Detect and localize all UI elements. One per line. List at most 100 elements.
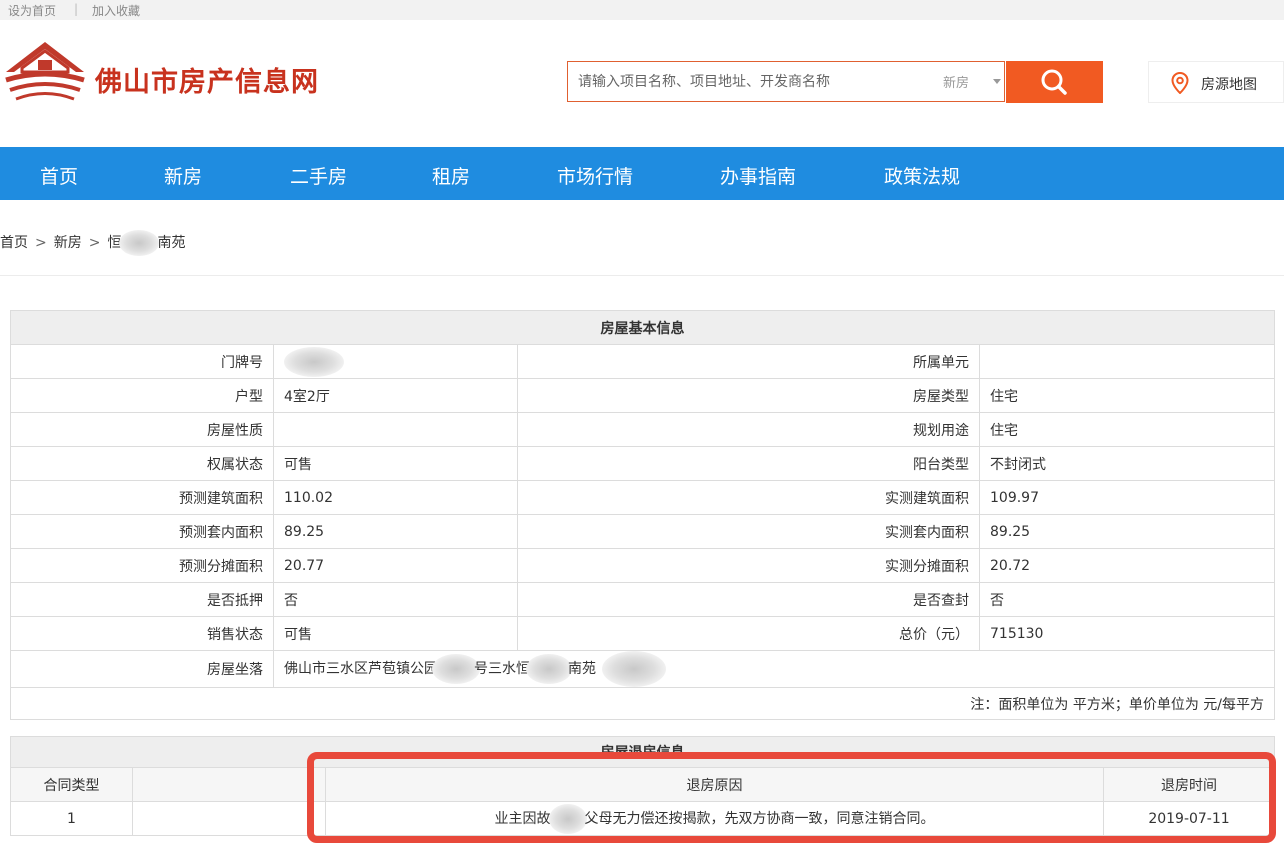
search-button[interactable] xyxy=(1006,61,1103,103)
field-value: 89.25 xyxy=(979,514,1275,549)
breadcrumb-project-suffix: 南苑 xyxy=(157,235,186,251)
column-header-reason: 退房原因 xyxy=(325,767,1104,802)
field-value: 不封闭式 xyxy=(979,446,1275,481)
field-label: 门牌号 xyxy=(10,344,274,379)
search-bar: 新房 xyxy=(567,61,1005,102)
redaction-blur xyxy=(526,654,572,684)
unit-note: 注：面积单位为 平方米；单价单位为 元/每平方 xyxy=(10,687,1275,720)
basic-info-table: 房屋基本信息 门牌号 所属单元 户型 4室2厅 房屋类型 住宅 房屋性质 规划用… xyxy=(10,310,1275,720)
field-label: 户型 xyxy=(10,378,274,413)
site-title: 佛山市房产信息网 xyxy=(95,67,319,98)
nav-item-policy[interactable]: 政策法规 xyxy=(884,162,960,189)
breadcrumb: 首页 > 新房 > 恒南苑 xyxy=(0,230,185,256)
field-label: 预测建筑面积 xyxy=(10,480,274,515)
nav-item-home[interactable]: 首页 xyxy=(40,162,78,189)
table-row: 1 业主因故 父母无力偿还按揭款，先双方协商一致，同意注销合同。 2019-07-… xyxy=(10,801,1275,836)
search-type-select[interactable]: 新房 xyxy=(943,72,969,91)
return-info-title: 房屋退房信息 xyxy=(10,736,1275,768)
nav-item-second-hand[interactable]: 二手房 xyxy=(290,162,347,189)
field-value: 住宅 xyxy=(979,412,1275,447)
field-value: 715130 xyxy=(979,616,1275,651)
contract-type-cell: 1 xyxy=(10,801,133,836)
basic-info-title: 房屋基本信息 xyxy=(10,310,1275,345)
field-label: 阳台类型 xyxy=(517,446,980,481)
nav-item-market[interactable]: 市场行情 xyxy=(557,162,633,189)
table-row: 预测分摊面积 20.77 实测分摊面积 20.72 xyxy=(10,548,1275,583)
field-value: 20.77 xyxy=(273,548,518,583)
divider xyxy=(0,275,1284,276)
field-label: 房屋坐落 xyxy=(10,650,274,688)
field-value xyxy=(979,344,1275,379)
table-row: 预测套内面积 89.25 实测套内面积 89.25 xyxy=(10,514,1275,549)
property-map-label: 房源地图 xyxy=(1201,77,1257,93)
redaction-blur xyxy=(432,654,480,684)
property-map-link[interactable]: 房源地图 xyxy=(1148,61,1284,103)
table-row: 户型 4室2厅 房屋类型 住宅 xyxy=(10,378,1275,413)
field-value: 否 xyxy=(273,582,518,617)
blank-cell xyxy=(132,801,326,836)
table-row: 门牌号 所属单元 xyxy=(10,344,1275,379)
field-label: 预测套内面积 xyxy=(10,514,274,549)
field-label: 预测分摊面积 xyxy=(10,548,274,583)
return-info-table: 房屋退房信息 合同类型 退房原因 退房时间 1 业主因故 父母无力偿还按揭款，先双… xyxy=(10,736,1275,836)
field-value: 110.02 xyxy=(273,480,518,515)
column-header-contract-type: 合同类型 xyxy=(10,767,133,802)
search-icon xyxy=(1041,69,1067,95)
field-value xyxy=(273,412,518,447)
table-row: 销售状态 可售 总价（元） 715130 xyxy=(10,616,1275,651)
field-value: 住宅 xyxy=(979,378,1275,413)
field-label: 实测建筑面积 xyxy=(517,480,980,515)
redaction-blur xyxy=(119,230,160,256)
field-label: 实测套内面积 xyxy=(517,514,980,549)
field-value xyxy=(273,344,518,379)
table-row: 是否抵押 否 是否查封 否 xyxy=(10,582,1275,617)
field-label: 是否查封 xyxy=(517,582,980,617)
column-header-date: 退房时间 xyxy=(1103,767,1275,802)
field-label: 实测分摊面积 xyxy=(517,548,980,583)
field-label: 总价（元） xyxy=(517,616,980,651)
field-label: 房屋性质 xyxy=(10,412,274,447)
field-label: 规划用途 xyxy=(517,412,980,447)
breadcrumb-home[interactable]: 首页 xyxy=(0,235,28,251)
nav-item-rental[interactable]: 租房 xyxy=(432,162,470,189)
chevron-down-icon[interactable] xyxy=(993,79,1001,84)
date-cell: 2019-07-11 xyxy=(1103,801,1275,836)
main-nav: 首页 新房 二手房 租房 市场行情 办事指南 政策法规 xyxy=(0,147,1284,200)
field-value: 否 xyxy=(979,582,1275,617)
field-label: 是否抵押 xyxy=(10,582,274,617)
field-value: 可售 xyxy=(273,616,518,651)
reason-cell: 业主因故 父母无力偿还按揭款，先双方协商一致，同意注销合同。 xyxy=(325,801,1104,836)
topbar-divider: | xyxy=(74,2,79,16)
field-label: 权属状态 xyxy=(10,446,274,481)
search-input[interactable] xyxy=(578,62,918,101)
address-value: 佛山市三水区芦苞镇公园 号三水恒 南苑 xyxy=(273,650,1275,688)
table-row: 预测建筑面积 110.02 实测建筑面积 109.97 xyxy=(10,480,1275,515)
table-row: 房屋坐落 佛山市三水区芦苞镇公园 号三水恒 南苑 xyxy=(10,650,1275,688)
nav-item-new-homes[interactable]: 新房 xyxy=(164,162,202,189)
field-label: 销售状态 xyxy=(10,616,274,651)
redaction-blur xyxy=(548,803,587,834)
breadcrumb-separator: > xyxy=(88,235,101,251)
breadcrumb-new-homes[interactable]: 新房 xyxy=(54,235,82,251)
add-bookmark-link[interactable]: 加入收藏 xyxy=(92,2,140,19)
field-value: 4室2厅 xyxy=(273,378,518,413)
top-utility-bar: 设为首页 | 加入收藏 xyxy=(0,0,1284,20)
field-label: 所属单元 xyxy=(517,344,980,379)
column-header-blank xyxy=(132,767,326,802)
breadcrumb-separator: > xyxy=(35,235,47,251)
redaction-blur xyxy=(284,346,344,377)
table-row: 房屋性质 规划用途 住宅 xyxy=(10,412,1275,447)
reason-text: 父母无力偿还按揭款，先双方协商一致，同意注销合同。 xyxy=(584,810,935,827)
field-label: 房屋类型 xyxy=(517,378,980,413)
nav-item-guide[interactable]: 办事指南 xyxy=(720,162,796,189)
address-part: 南苑 xyxy=(568,661,596,677)
set-homepage-link[interactable]: 设为首页 xyxy=(8,2,56,19)
field-value: 20.72 xyxy=(979,548,1275,583)
address-part: 号三水恒 xyxy=(474,661,530,677)
site-logo-icon[interactable] xyxy=(4,38,86,104)
table-header-row: 合同类型 退房原因 退房时间 xyxy=(10,767,1275,802)
location-pin-icon xyxy=(1171,72,1189,94)
reason-text: 业主因故 xyxy=(494,810,551,827)
field-value: 109.97 xyxy=(979,480,1275,515)
redaction-blur xyxy=(602,651,666,687)
